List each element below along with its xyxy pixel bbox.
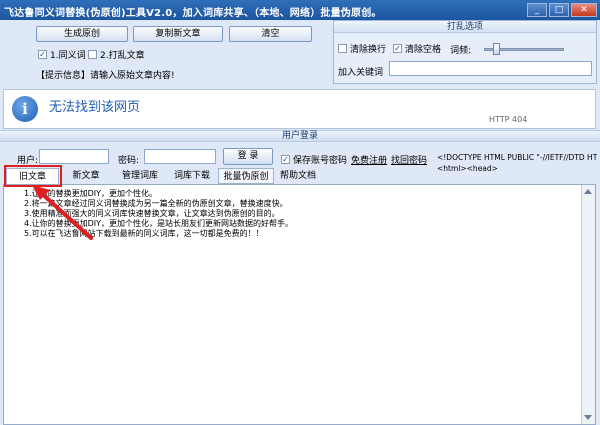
save-password-label: 保存账号密码 (293, 156, 348, 166)
remove-space-checkbox[interactable]: ✓ 清除空格 (393, 42, 441, 55)
tab-help-docs[interactable]: 帮助文档 (276, 168, 320, 184)
keyword-label: 加入关键词 (338, 68, 384, 78)
editor-content[interactable]: 1.让你的替换更加DIY，更加个性化。 2.将一篇文章经过同义词替换成为另一篇全… (24, 189, 293, 239)
control-panel: 生成原创 复制新文章 清空 ✓ 1.同义词 2.打乱文章 【提示信息】请输入原始… (0, 20, 333, 88)
shuffle-options-title: 打乱选项 (334, 21, 596, 33)
tab-thesaurus-download[interactable]: 词库下载 (167, 168, 217, 184)
synonym-checkbox-label: 1.同义词 (50, 51, 86, 61)
register-link[interactable]: 免费注册 (351, 153, 387, 166)
tab-bar: 旧文章 新文章 管理词库 词库下载 批量伪原创 帮助文档 (0, 168, 600, 184)
clear-button[interactable]: 清空 (229, 26, 312, 42)
editor-line: 4.让你的替换更加DIY，更加个性化，是站长朋友们更新网站数据的好帮手。 (24, 219, 294, 228)
generate-button[interactable]: 生成原创 (36, 26, 128, 42)
browser-panel: i 无法找到该网页 HTTP 404 (3, 89, 596, 129)
tab-old-article[interactable]: 旧文章 (6, 168, 59, 184)
checkbox-unchecked-icon (88, 50, 97, 59)
browser-http-status: HTTP 404 (489, 115, 528, 124)
copy-article-button[interactable]: 复制新文章 (133, 26, 223, 42)
checkbox-unchecked-icon (338, 44, 347, 53)
remove-newline-label: 清除换行 (350, 45, 387, 55)
editor-line: 1.让你的替换更加DIY，更加个性化。 (24, 189, 158, 198)
minimize-button[interactable]: _ (527, 3, 547, 17)
password-label: 密码: (118, 156, 140, 166)
synonym-checkbox[interactable]: ✓ 1.同义词 (38, 48, 86, 61)
browser-error-message: 无法找到该网页 (49, 100, 141, 115)
frequency-slider-thumb[interactable] (493, 43, 500, 55)
hint-message: 【提示信息】请输入原始文章内容! (36, 71, 175, 81)
login-section-title: 用户登录 (0, 130, 600, 142)
checkbox-checked-icon: ✓ (393, 44, 402, 53)
checkbox-checked-icon: ✓ (38, 50, 47, 59)
close-button[interactable]: ✕ (571, 3, 597, 17)
scroll-down-icon[interactable] (584, 415, 592, 420)
window-title: 飞达鲁同义词替换(伪原创)工具V2.0，加入词库共享、（本地、网络）批量伪原创。 (4, 8, 382, 19)
source-line: <!DOCTYPE HTML PUBLIC "-//IETF//DTD HTML… (437, 153, 597, 162)
tab-batch-rewrite[interactable]: 批量伪原创 (218, 168, 274, 184)
editor-scrollbar[interactable] (581, 185, 595, 424)
window-controls: _ □ ✕ (527, 3, 597, 17)
login-button[interactable]: 登 录 (223, 148, 273, 165)
username-input[interactable] (39, 149, 109, 164)
editor-line: 3.使用精准而强大的同义词库快速替换文章，让文章达到伪原创的目的。 (24, 209, 280, 218)
maximize-button[interactable]: □ (549, 3, 569, 17)
forgot-password-link[interactable]: 找回密码 (391, 153, 427, 166)
shuffle-checkbox-label: 2.打乱文章 (100, 51, 145, 61)
editor-line: 5.可以在飞达鲁网站下载到最新的同义词库，这一切都是免费的！！ (24, 229, 264, 238)
remove-newline-checkbox[interactable]: 清除换行 (338, 42, 386, 55)
tab-manage-thesaurus[interactable]: 管理词库 (114, 168, 166, 184)
scroll-up-icon[interactable] (584, 189, 592, 194)
editor-line: 2.将一篇文章经过同义词替换成为另一篇全新的伪原创文章，替换速度快。 (24, 199, 288, 208)
keyword-input[interactable] (389, 61, 592, 76)
username-label: 用户: (17, 156, 39, 166)
article-editor[interactable]: 1.让你的替换更加DIY，更加个性化。 2.将一篇文章经过同义词替换成为另一篇全… (3, 184, 596, 425)
tab-new-article[interactable]: 新文章 (62, 168, 110, 184)
frequency-label: 词频: (450, 46, 472, 56)
password-input[interactable] (144, 149, 216, 164)
checkbox-checked-icon: ✓ (281, 155, 290, 164)
title-bar: 飞达鲁同义词替换(伪原创)工具V2.0，加入词库共享、（本地、网络）批量伪原创。… (0, 0, 600, 20)
shuffle-options-group: 打乱选项 清除换行 ✓ 清除空格 词频: 加入关键词 (333, 20, 597, 84)
info-icon: i (12, 96, 38, 122)
remove-space-label: 清除空格 (405, 45, 442, 55)
shuffle-checkbox[interactable]: 2.打乱文章 (88, 48, 145, 61)
save-password-checkbox[interactable]: ✓ 保存账号密码 (281, 153, 347, 166)
